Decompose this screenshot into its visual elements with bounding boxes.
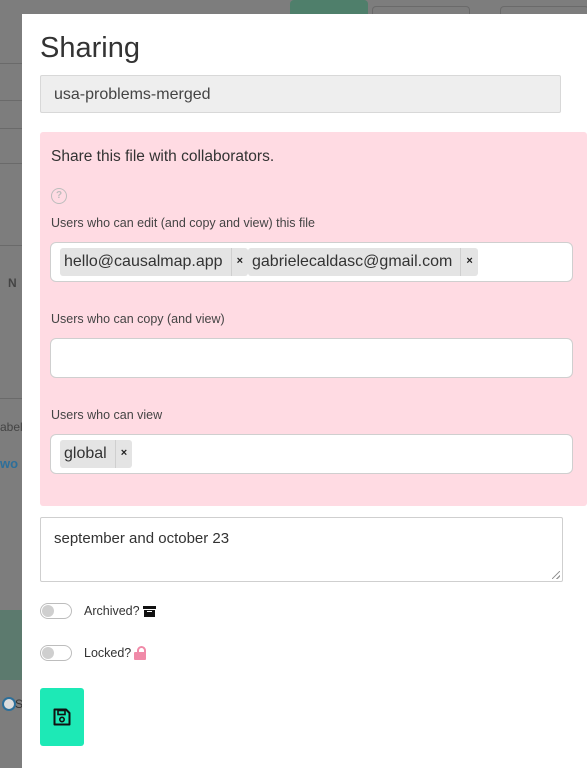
share-intro: Share this file with collaborators.: [51, 148, 275, 165]
archived-toggle[interactable]: [40, 603, 72, 619]
floppy-disk-icon: [53, 708, 71, 726]
copiers-label: Users who can copy (and view): [51, 312, 225, 326]
locked-label: Locked?: [84, 646, 132, 660]
background-divider: [0, 63, 22, 64]
background-tab-active: [290, 0, 368, 14]
background-panel: [0, 610, 22, 680]
background-link: wo: [0, 456, 19, 471]
filename-field: usa-problems-merged: [40, 75, 561, 113]
question-circle-icon[interactable]: ?: [51, 188, 67, 204]
viewer-tag-label: global: [64, 445, 107, 462]
background-divider: [0, 100, 22, 101]
editors-label: Users who can edit (and copy and view) t…: [51, 216, 316, 230]
background-text: abel: [0, 420, 23, 434]
sharing-modal: Sharing usa-problems-merged Share this f…: [22, 14, 587, 768]
archived-row: Archived?: [40, 603, 156, 619]
editors-input[interactable]: hello@causalmap.app × gabrielecaldasc@gm…: [50, 242, 573, 282]
editor-tag-label: gabrielecaldasc@gmail.com: [252, 253, 453, 270]
remove-tag-icon[interactable]: ×: [230, 248, 248, 276]
resize-handle[interactable]: [552, 571, 560, 579]
remove-tag-icon[interactable]: ×: [460, 248, 477, 276]
save-button[interactable]: [40, 688, 84, 746]
editor-tag-label: hello@causalmap.app: [64, 253, 223, 270]
copiers-input[interactable]: [50, 338, 573, 378]
viewers-input[interactable]: global ×: [50, 434, 573, 474]
archive-icon: [142, 605, 156, 617]
background-divider: [0, 245, 22, 246]
locked-row: Locked?: [40, 645, 147, 661]
notes-textarea[interactable]: september and october 23: [40, 517, 563, 582]
editor-tag: gabrielecaldasc@gmail.com ×: [248, 248, 478, 276]
archived-label: Archived?: [84, 604, 140, 618]
background-divider: [0, 163, 22, 164]
viewer-tag: global ×: [60, 440, 133, 468]
locked-toggle[interactable]: [40, 645, 72, 661]
remove-tag-icon[interactable]: ×: [114, 440, 132, 468]
notes-text: september and october 23: [54, 530, 230, 547]
editor-tag: hello@causalmap.app ×: [60, 248, 248, 276]
background-divider: [0, 398, 22, 399]
viewers-label: Users who can view: [51, 408, 163, 422]
background-radio: [2, 697, 16, 711]
background-text: N: [8, 276, 17, 290]
share-section: Share this file with collaborators. ? Us…: [40, 132, 587, 506]
lock-icon: [134, 646, 147, 660]
modal-title: Sharing: [40, 32, 140, 64]
background-divider: [0, 128, 22, 129]
